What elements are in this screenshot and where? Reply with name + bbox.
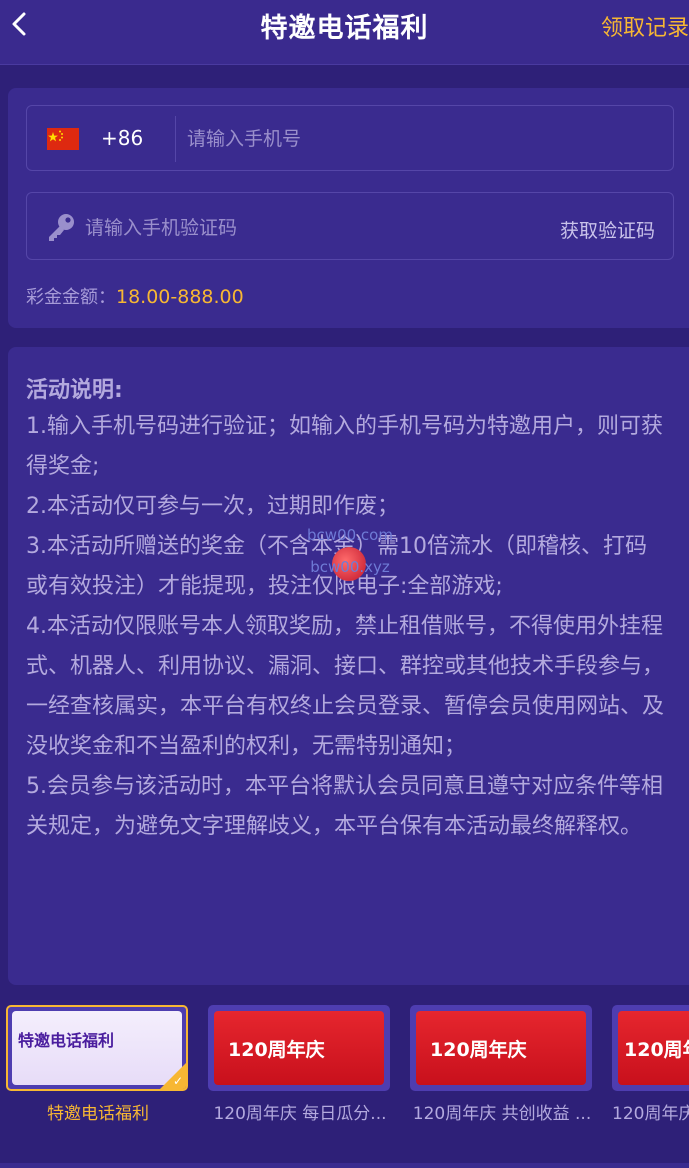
tab-thumbnail: 120周年庆 [410,1005,592,1091]
tab-thumbnail: 120周年庆 [208,1005,390,1091]
thumbnail-title: 120周年庆 [624,1039,689,1061]
field-divider [175,116,176,162]
rules-title: 活动说明: [26,378,123,403]
rule-line: 4.本活动仅限账号本人领取奖励，禁止租借账号，不得使用外挂程式、机器人、利用协议… [26,614,665,759]
thumbnail-background: 120周年庆 [416,1011,586,1085]
tab-anniversary-daily[interactable]: 120周年庆 120周年庆 每日瓜分... [208,1005,392,1124]
tab-anniversary-more[interactable]: 120周年庆 120周年庆 [612,1005,689,1124]
tab-label: 120周年庆 每日瓜分... [213,1104,387,1124]
watermark-line-1: bcw00.com [307,526,393,544]
page-title: 特邀电话福利 [260,13,429,44]
thumbnail-background: 120周年庆 [618,1011,689,1085]
tab-label: 特邀电话福利 [47,1104,149,1124]
thumbnail-background: 120周年庆 [214,1011,384,1085]
key-icon [49,214,74,241]
rule-line: 5.会员参与该活动时，本平台将默认会员同意且遵守对应条件等相关规定，为避免文字理… [26,774,663,839]
rule-line: 2.本活动仅可参与一次，过期即作废； [26,494,399,519]
thumbnail-title: 120周年庆 [228,1039,325,1061]
bonus-amount-label: 彩金金额： [26,287,116,308]
bonus-amount-value: 18.00-888.00 [116,286,244,308]
tab-thumbnail: 120周年庆 [612,1005,689,1091]
rules-body: 1.输入手机号码进行验证；如输入的手机号码为特邀用户，则可获得奖金; 2.本活动… [26,407,666,847]
bottom-bar [0,1163,689,1168]
tab-label: 120周年庆 [612,1104,689,1124]
header: 特邀电话福利 领取记录 [0,0,689,65]
rules-card: 活动说明: 1.输入手机号码进行验证；如输入的手机号码为特邀用户，则可获得奖金;… [8,347,689,985]
thumbnail-title: 特邀电话福利 [18,1031,115,1050]
watermark-line-2: bcw00.xyz [310,558,390,576]
phone-field: +86 [26,105,674,171]
thumbnail-title: 120周年庆 [430,1039,527,1061]
tab-label: 120周年庆 共创收益 ... [412,1104,592,1124]
verification-code-field: 获取验证码 [26,192,674,260]
tab-special-invite[interactable]: 特邀电话福利 ✓ 特邀电话福利 [6,1005,190,1124]
watermark: bcw00.com bcw00.xyz [300,525,400,595]
records-link[interactable]: 领取记录 [601,10,689,42]
tab-anniversary-income[interactable]: 120周年庆 120周年庆 共创收益 ... [410,1005,594,1124]
form-card: +86 获取验证码 彩金金额：18.00-888.00 [8,88,689,328]
country-code[interactable]: +86 [101,126,143,150]
phone-input[interactable] [185,118,659,160]
get-code-button[interactable]: 获取验证码 [560,216,655,243]
china-flag-icon[interactable] [47,128,79,150]
activity-tabs: 特邀电话福利 ✓ 特邀电话福利 120周年庆 120周年庆 每日瓜分... 12… [0,1005,689,1130]
tab-thumbnail: 特邀电话福利 ✓ [6,1005,188,1091]
check-mark: ✓ [172,1074,183,1088]
bonus-amount: 彩金金额：18.00-888.00 [26,283,244,309]
rule-line: 1.输入手机号码进行验证；如输入的手机号码为特邀用户，则可获得奖金; [26,414,663,479]
verification-code-input[interactable] [83,207,527,249]
